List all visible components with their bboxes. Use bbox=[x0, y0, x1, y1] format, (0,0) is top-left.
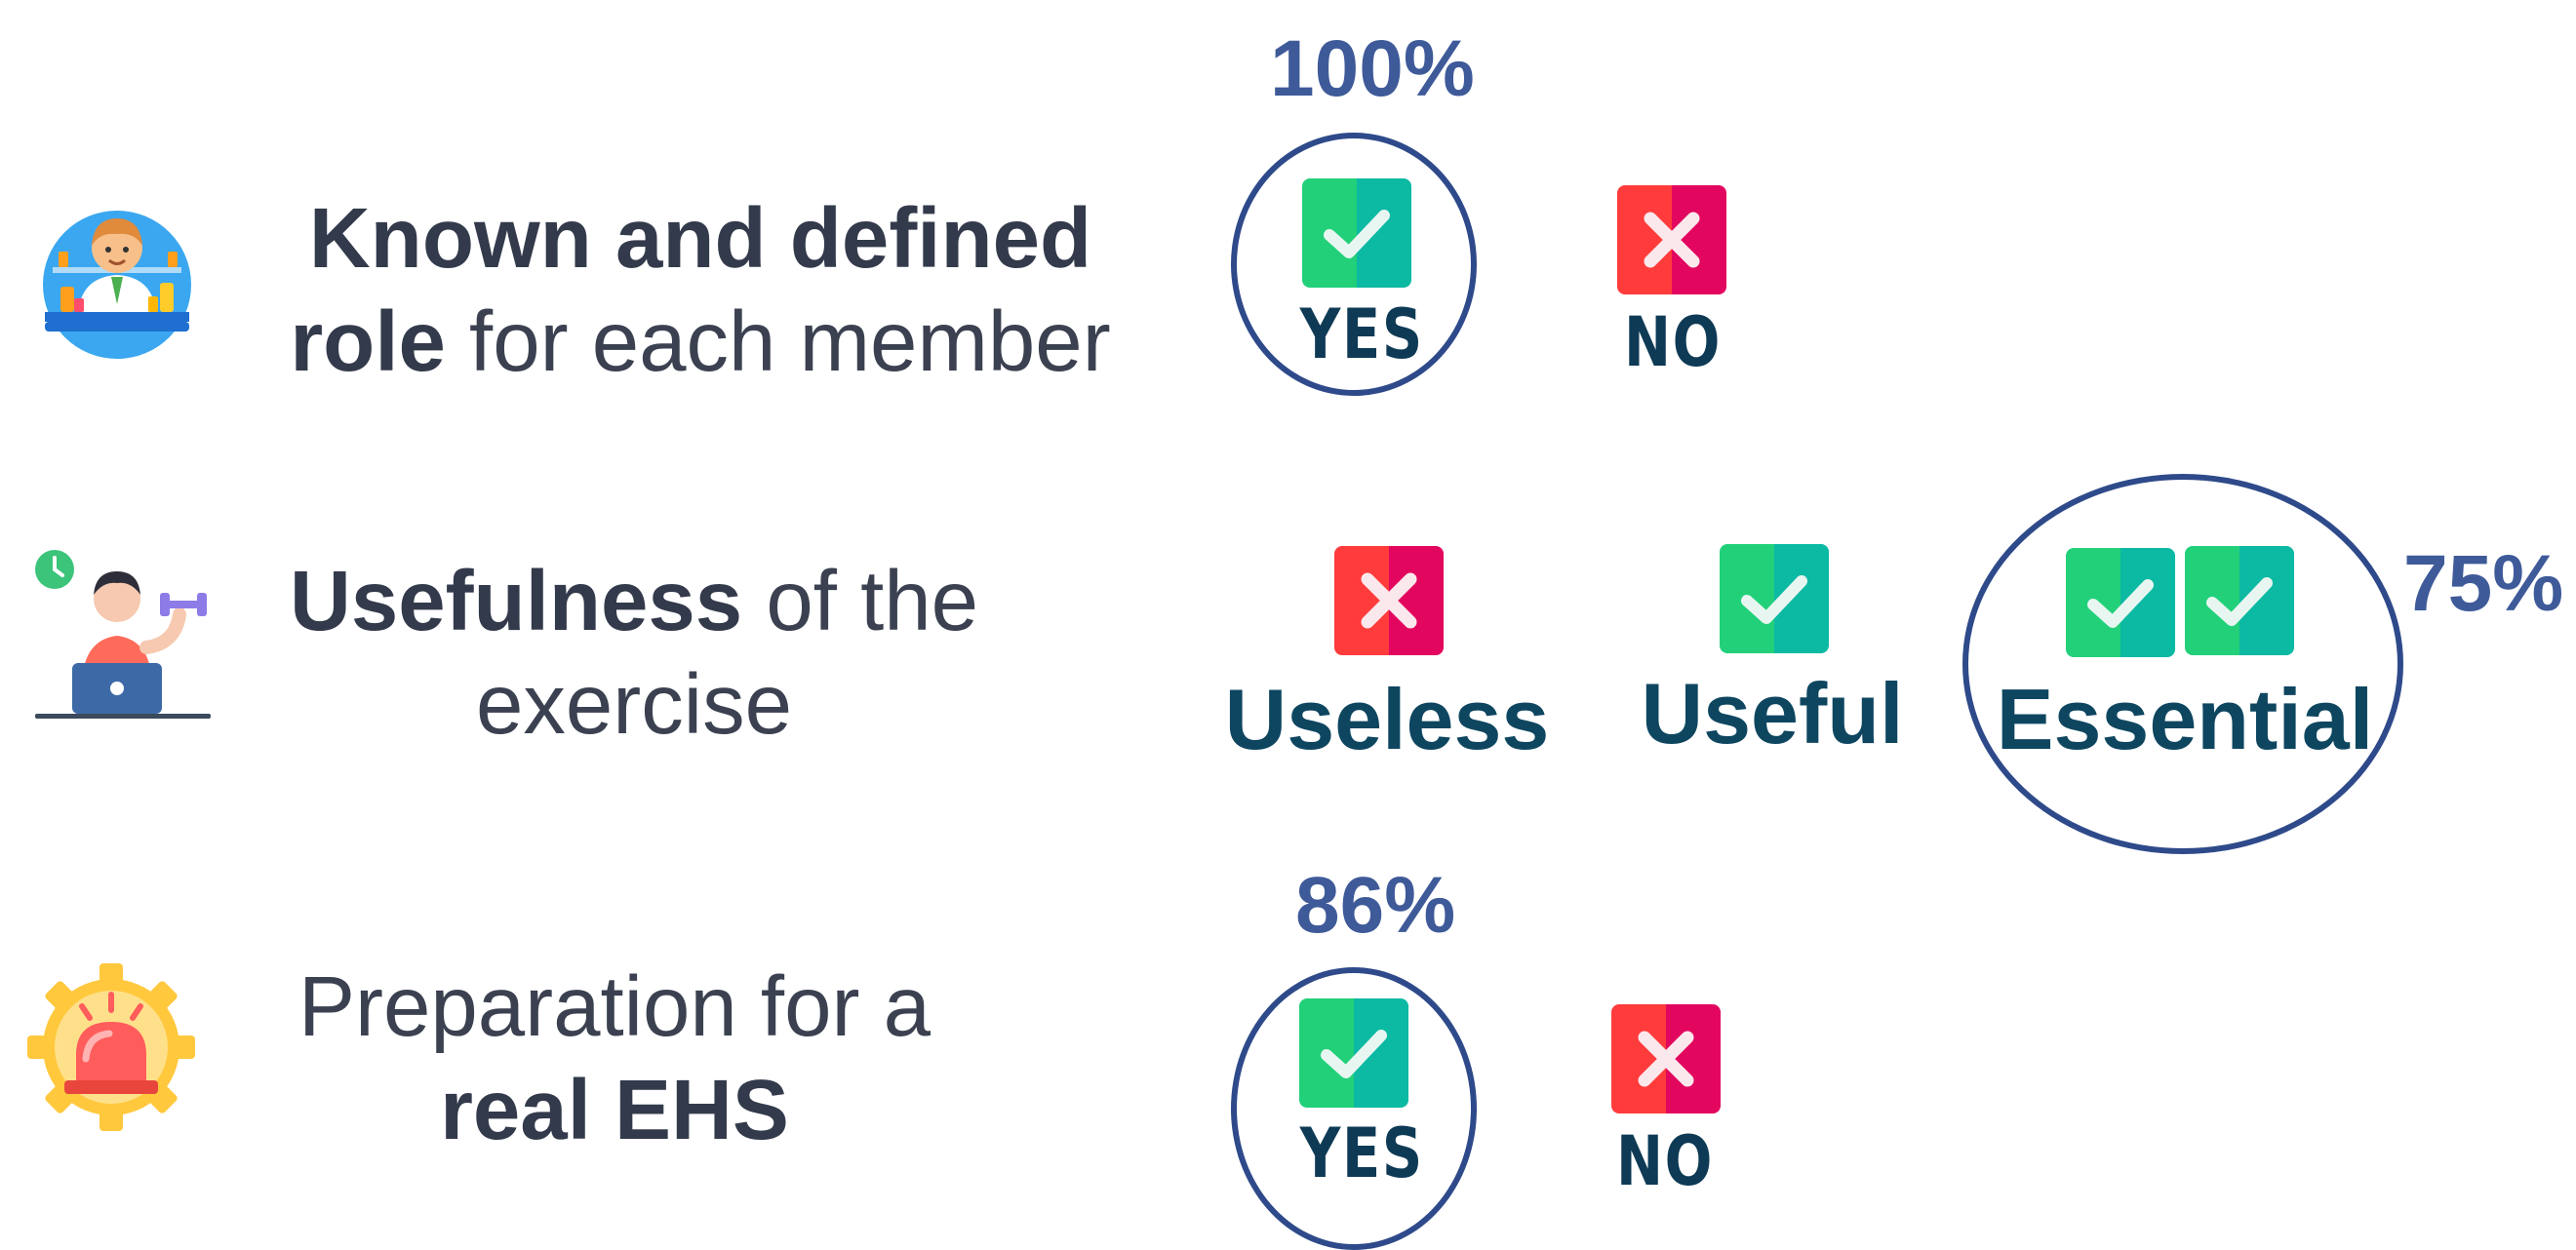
pharmacist-icon bbox=[39, 207, 195, 368]
cross-icon bbox=[1611, 1004, 1721, 1113]
check-icon bbox=[1302, 178, 1411, 288]
usefulness-statement-line-2: exercise bbox=[476, 657, 792, 752]
cross-icon bbox=[1617, 185, 1726, 294]
role-statement-bold-2: role bbox=[290, 294, 446, 389]
usefulness-statement: Usefulness of the exercise bbox=[195, 550, 1073, 757]
useless-label: Useless bbox=[1224, 671, 1550, 767]
role-statement-bold-1: Known and defined bbox=[308, 191, 1092, 286]
check-icon bbox=[1720, 544, 1829, 653]
preparation-statement: Preparation for a real EHS bbox=[176, 956, 1053, 1162]
essential-label: Essential bbox=[1996, 671, 2374, 767]
useful-label: Useful bbox=[1641, 665, 1904, 762]
role-statement: Known and defined role for each member bbox=[261, 187, 1139, 394]
role-no-label: NO bbox=[1623, 302, 1723, 382]
usefulness-statement-bold-1: Usefulness bbox=[289, 554, 743, 648]
preparation-percent: 86% bbox=[1295, 861, 1456, 950]
exercise-laptop-icon bbox=[29, 546, 215, 736]
preparation-statement-bold-2: real EHS bbox=[440, 1063, 789, 1157]
check-icon bbox=[2185, 546, 2294, 655]
essential-highlight-ring bbox=[1962, 474, 2403, 854]
usefulness-statement-rest-1: of the bbox=[742, 554, 979, 648]
cross-icon bbox=[1334, 546, 1444, 655]
alarm-gear-icon bbox=[25, 961, 197, 1138]
role-yes-label: YES bbox=[1299, 294, 1424, 374]
usefulness-percent: 75% bbox=[2403, 539, 2564, 628]
check-icon bbox=[2066, 548, 2175, 657]
role-statement-rest-2: for each member bbox=[445, 294, 1111, 389]
preparation-no-label: NO bbox=[1615, 1121, 1715, 1201]
check-icon bbox=[1299, 998, 1408, 1108]
preparation-statement-line-1: Preparation for a bbox=[297, 959, 931, 1054]
preparation-yes-label: YES bbox=[1299, 1113, 1424, 1193]
role-percent: 100% bbox=[1270, 24, 1475, 113]
